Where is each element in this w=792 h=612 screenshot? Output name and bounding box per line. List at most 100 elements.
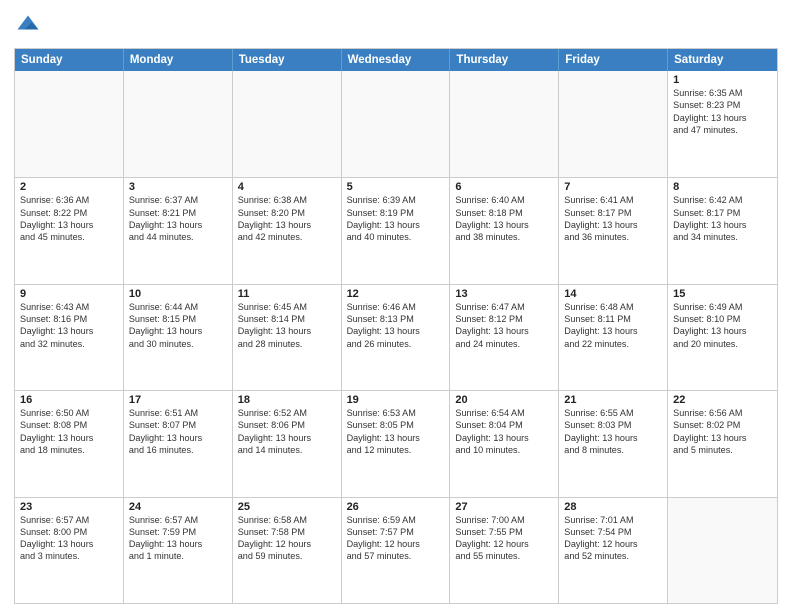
day-cell-7: 7Sunrise: 6:41 AM Sunset: 8:17 PM Daylig… (559, 178, 668, 283)
day-cell-16: 16Sunrise: 6:50 AM Sunset: 8:08 PM Dayli… (15, 391, 124, 496)
calendar-row-2: 2Sunrise: 6:36 AM Sunset: 8:22 PM Daylig… (15, 177, 777, 283)
day-cell-20: 20Sunrise: 6:54 AM Sunset: 8:04 PM Dayli… (450, 391, 559, 496)
day-number: 12 (347, 288, 445, 300)
day-cell-18: 18Sunrise: 6:52 AM Sunset: 8:06 PM Dayli… (233, 391, 342, 496)
day-number: 5 (347, 181, 445, 193)
day-number: 6 (455, 181, 553, 193)
day-info: Sunrise: 6:46 AM Sunset: 8:13 PM Dayligh… (347, 301, 445, 350)
day-cell-21: 21Sunrise: 6:55 AM Sunset: 8:03 PM Dayli… (559, 391, 668, 496)
day-number: 21 (564, 394, 662, 406)
day-number: 8 (673, 181, 772, 193)
day-cell-22: 22Sunrise: 6:56 AM Sunset: 8:02 PM Dayli… (668, 391, 777, 496)
day-info: Sunrise: 6:42 AM Sunset: 8:17 PM Dayligh… (673, 194, 772, 243)
day-number: 13 (455, 288, 553, 300)
day-cell-6: 6Sunrise: 6:40 AM Sunset: 8:18 PM Daylig… (450, 178, 559, 283)
day-info: Sunrise: 6:51 AM Sunset: 8:07 PM Dayligh… (129, 407, 227, 456)
day-of-week-thursday: Thursday (450, 49, 559, 71)
day-of-week-sunday: Sunday (15, 49, 124, 71)
day-info: Sunrise: 6:53 AM Sunset: 8:05 PM Dayligh… (347, 407, 445, 456)
day-info: Sunrise: 6:54 AM Sunset: 8:04 PM Dayligh… (455, 407, 553, 456)
day-of-week-saturday: Saturday (668, 49, 777, 71)
day-cell-26: 26Sunrise: 6:59 AM Sunset: 7:57 PM Dayli… (342, 498, 451, 603)
day-cell-5: 5Sunrise: 6:39 AM Sunset: 8:19 PM Daylig… (342, 178, 451, 283)
page: SundayMondayTuesdayWednesdayThursdayFrid… (0, 0, 792, 612)
day-info: Sunrise: 6:47 AM Sunset: 8:12 PM Dayligh… (455, 301, 553, 350)
day-info: Sunrise: 6:55 AM Sunset: 8:03 PM Dayligh… (564, 407, 662, 456)
day-cell-19: 19Sunrise: 6:53 AM Sunset: 8:05 PM Dayli… (342, 391, 451, 496)
day-number: 18 (238, 394, 336, 406)
day-cell-empty (559, 71, 668, 177)
day-info: Sunrise: 6:58 AM Sunset: 7:58 PM Dayligh… (238, 514, 336, 563)
day-number: 23 (20, 501, 118, 513)
day-cell-10: 10Sunrise: 6:44 AM Sunset: 8:15 PM Dayli… (124, 285, 233, 390)
day-info: Sunrise: 6:37 AM Sunset: 8:21 PM Dayligh… (129, 194, 227, 243)
day-info: Sunrise: 6:36 AM Sunset: 8:22 PM Dayligh… (20, 194, 118, 243)
day-cell-28: 28Sunrise: 7:01 AM Sunset: 7:54 PM Dayli… (559, 498, 668, 603)
day-info: Sunrise: 6:43 AM Sunset: 8:16 PM Dayligh… (20, 301, 118, 350)
day-number: 24 (129, 501, 227, 513)
day-cell-2: 2Sunrise: 6:36 AM Sunset: 8:22 PM Daylig… (15, 178, 124, 283)
day-cell-11: 11Sunrise: 6:45 AM Sunset: 8:14 PM Dayli… (233, 285, 342, 390)
day-cell-13: 13Sunrise: 6:47 AM Sunset: 8:12 PM Dayli… (450, 285, 559, 390)
day-cell-empty (668, 498, 777, 603)
day-info: Sunrise: 6:48 AM Sunset: 8:11 PM Dayligh… (564, 301, 662, 350)
day-cell-empty (450, 71, 559, 177)
day-info: Sunrise: 6:50 AM Sunset: 8:08 PM Dayligh… (20, 407, 118, 456)
day-number: 7 (564, 181, 662, 193)
day-number: 4 (238, 181, 336, 193)
day-info: Sunrise: 7:00 AM Sunset: 7:55 PM Dayligh… (455, 514, 553, 563)
day-cell-15: 15Sunrise: 6:49 AM Sunset: 8:10 PM Dayli… (668, 285, 777, 390)
day-info: Sunrise: 6:40 AM Sunset: 8:18 PM Dayligh… (455, 194, 553, 243)
day-number: 17 (129, 394, 227, 406)
day-info: Sunrise: 6:52 AM Sunset: 8:06 PM Dayligh… (238, 407, 336, 456)
day-info: Sunrise: 6:57 AM Sunset: 7:59 PM Dayligh… (129, 514, 227, 563)
day-of-week-monday: Monday (124, 49, 233, 71)
day-number: 16 (20, 394, 118, 406)
day-number: 26 (347, 501, 445, 513)
day-cell-12: 12Sunrise: 6:46 AM Sunset: 8:13 PM Dayli… (342, 285, 451, 390)
calendar-row-4: 16Sunrise: 6:50 AM Sunset: 8:08 PM Dayli… (15, 390, 777, 496)
day-number: 11 (238, 288, 336, 300)
day-number: 3 (129, 181, 227, 193)
day-number: 25 (238, 501, 336, 513)
day-number: 9 (20, 288, 118, 300)
day-cell-23: 23Sunrise: 6:57 AM Sunset: 8:00 PM Dayli… (15, 498, 124, 603)
day-cell-17: 17Sunrise: 6:51 AM Sunset: 8:07 PM Dayli… (124, 391, 233, 496)
day-number: 28 (564, 501, 662, 513)
day-info: Sunrise: 6:45 AM Sunset: 8:14 PM Dayligh… (238, 301, 336, 350)
day-info: Sunrise: 6:49 AM Sunset: 8:10 PM Dayligh… (673, 301, 772, 350)
day-of-week-wednesday: Wednesday (342, 49, 451, 71)
day-cell-14: 14Sunrise: 6:48 AM Sunset: 8:11 PM Dayli… (559, 285, 668, 390)
day-info: Sunrise: 6:44 AM Sunset: 8:15 PM Dayligh… (129, 301, 227, 350)
day-cell-25: 25Sunrise: 6:58 AM Sunset: 7:58 PM Dayli… (233, 498, 342, 603)
logo-icon (14, 12, 42, 40)
day-info: Sunrise: 6:41 AM Sunset: 8:17 PM Dayligh… (564, 194, 662, 243)
day-info: Sunrise: 6:39 AM Sunset: 8:19 PM Dayligh… (347, 194, 445, 243)
day-of-week-tuesday: Tuesday (233, 49, 342, 71)
day-cell-1: 1Sunrise: 6:35 AM Sunset: 8:23 PM Daylig… (668, 71, 777, 177)
day-number: 1 (673, 74, 772, 86)
calendar-row-5: 23Sunrise: 6:57 AM Sunset: 8:00 PM Dayli… (15, 497, 777, 603)
day-number: 10 (129, 288, 227, 300)
day-info: Sunrise: 7:01 AM Sunset: 7:54 PM Dayligh… (564, 514, 662, 563)
day-number: 15 (673, 288, 772, 300)
day-cell-24: 24Sunrise: 6:57 AM Sunset: 7:59 PM Dayli… (124, 498, 233, 603)
day-cell-3: 3Sunrise: 6:37 AM Sunset: 8:21 PM Daylig… (124, 178, 233, 283)
day-info: Sunrise: 6:57 AM Sunset: 8:00 PM Dayligh… (20, 514, 118, 563)
logo (14, 12, 46, 40)
day-number: 22 (673, 394, 772, 406)
day-number: 20 (455, 394, 553, 406)
day-cell-empty (15, 71, 124, 177)
day-of-week-friday: Friday (559, 49, 668, 71)
calendar-row-3: 9Sunrise: 6:43 AM Sunset: 8:16 PM Daylig… (15, 284, 777, 390)
day-info: Sunrise: 6:56 AM Sunset: 8:02 PM Dayligh… (673, 407, 772, 456)
calendar-row-1: 1Sunrise: 6:35 AM Sunset: 8:23 PM Daylig… (15, 71, 777, 177)
day-number: 14 (564, 288, 662, 300)
calendar-header: SundayMondayTuesdayWednesdayThursdayFrid… (15, 49, 777, 71)
day-info: Sunrise: 6:38 AM Sunset: 8:20 PM Dayligh… (238, 194, 336, 243)
day-cell-8: 8Sunrise: 6:42 AM Sunset: 8:17 PM Daylig… (668, 178, 777, 283)
day-info: Sunrise: 6:59 AM Sunset: 7:57 PM Dayligh… (347, 514, 445, 563)
day-cell-9: 9Sunrise: 6:43 AM Sunset: 8:16 PM Daylig… (15, 285, 124, 390)
day-cell-empty (342, 71, 451, 177)
day-cell-27: 27Sunrise: 7:00 AM Sunset: 7:55 PM Dayli… (450, 498, 559, 603)
